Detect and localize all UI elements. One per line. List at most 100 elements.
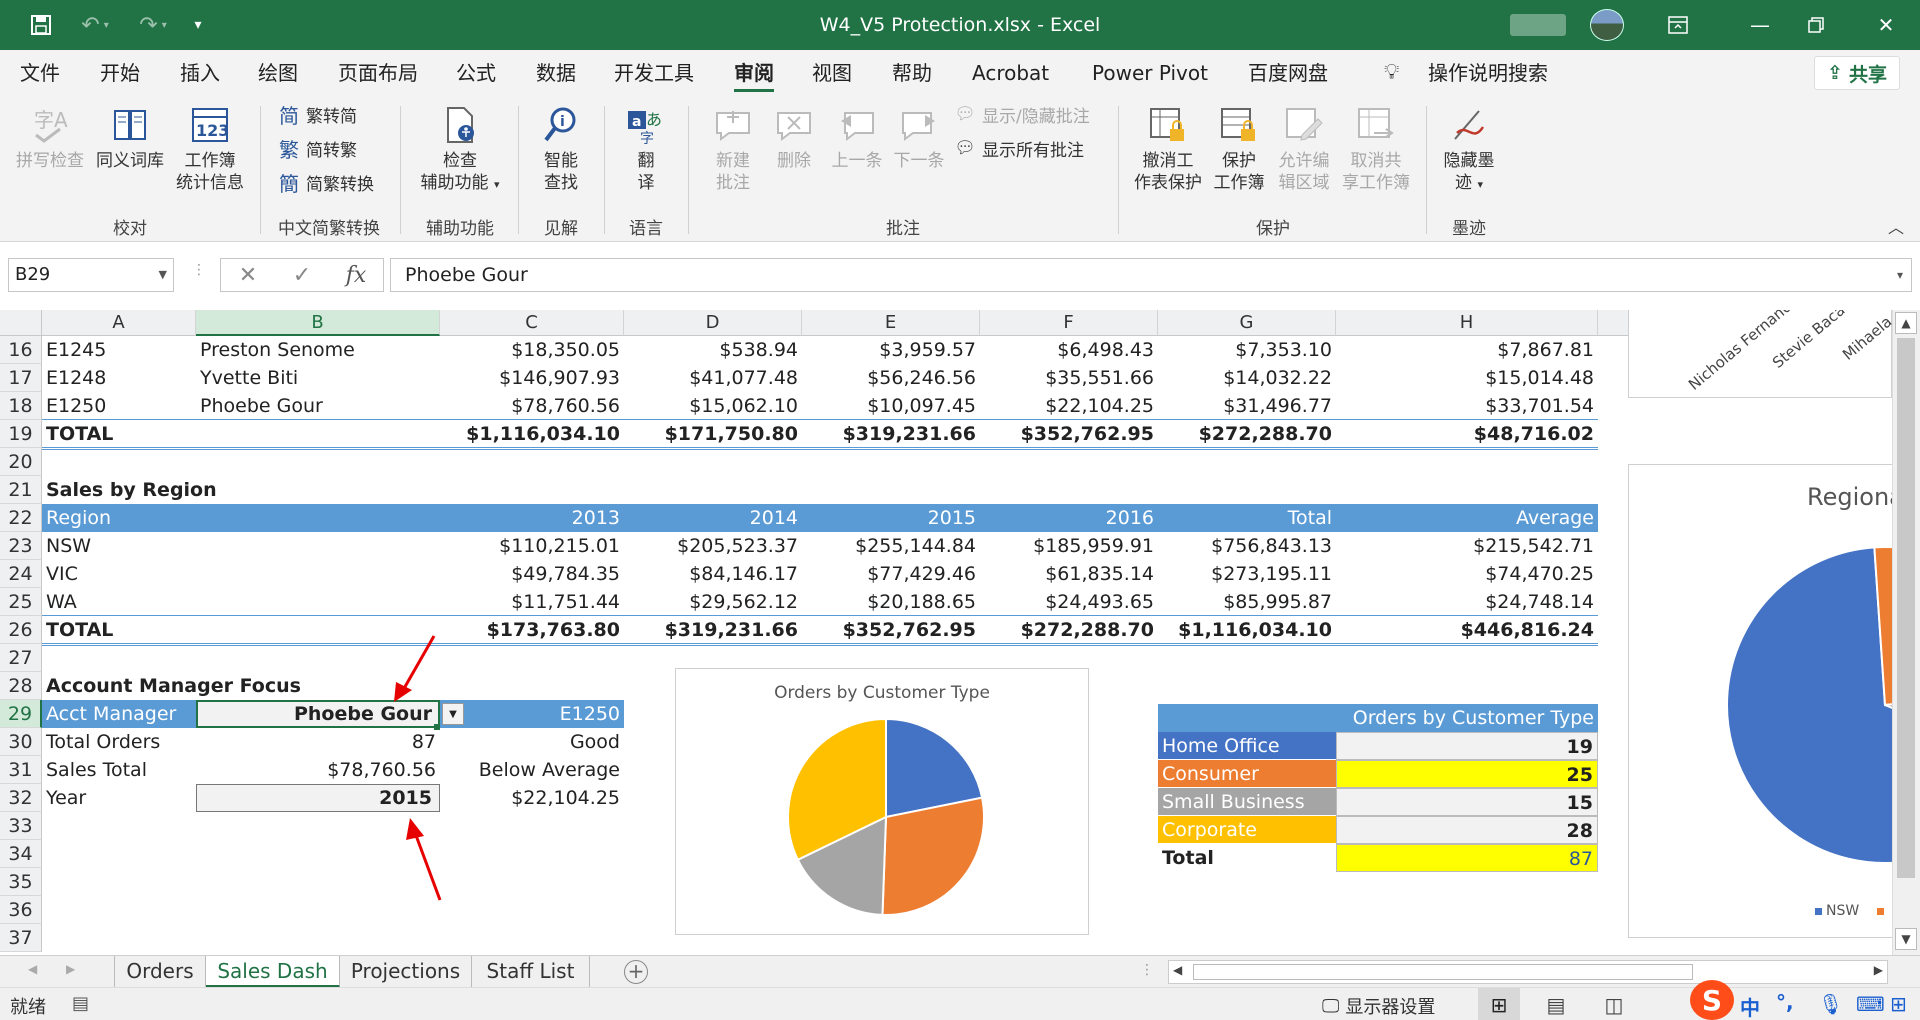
tab-help[interactable]: 帮助 <box>892 50 932 96</box>
row-header[interactable]: 31 <box>0 756 42 784</box>
tab-data[interactable]: 数据 <box>536 50 576 96</box>
tab-power-pivot[interactable]: Power Pivot <box>1092 50 1208 96</box>
cell[interactable]: $15,062.10 <box>624 392 802 420</box>
row-header[interactable]: 29 <box>0 700 42 728</box>
share-button[interactable]: ⇪ 共享 <box>1814 56 1900 90</box>
cust-value[interactable]: 15 <box>1336 788 1598 816</box>
cell[interactable]: Average <box>1336 504 1598 532</box>
to-simplified-button[interactable]: 简繁转简 <box>278 100 357 128</box>
cell[interactable]: $15,014.48 <box>1336 364 1598 392</box>
cust-total-value[interactable]: 87 <box>1336 844 1598 872</box>
row-header[interactable]: 33 <box>0 812 42 840</box>
chinese-conversion-button[interactable]: 簡简繁转换 <box>278 168 374 196</box>
cell[interactable]: $273,195.11 <box>1158 560 1336 588</box>
cell[interactable]: $255,144.84 <box>802 532 980 560</box>
cust-value[interactable]: 19 <box>1336 732 1598 760</box>
cell[interactable]: Year <box>42 784 196 812</box>
scroll-up-icon[interactable]: ▲ <box>1895 312 1917 334</box>
tab-split-handle[interactable]: ⋮ <box>1140 962 1154 978</box>
row-header[interactable]: 37 <box>0 924 42 952</box>
save-icon[interactable] <box>24 0 58 50</box>
hide-ink-button[interactable]: 隐藏墨 迹 ▾ <box>1436 102 1502 196</box>
name-box[interactable]: B29 ▼ <box>8 258 174 292</box>
cust-label[interactable]: Corporate <box>1158 816 1336 844</box>
translate-button[interactable]: aあ字 翻 译 <box>614 102 678 194</box>
cell[interactable]: $6,498.43 <box>980 336 1158 364</box>
display-settings-button[interactable]: 🖵︎ 显示器设置 <box>1322 993 1435 1019</box>
cell[interactable]: Region <box>42 504 196 532</box>
tab-home[interactable]: 开始 <box>100 50 140 96</box>
row-header[interactable]: 28 <box>0 672 42 700</box>
column-header[interactable]: C <box>440 310 624 336</box>
show-all-comments-button[interactable]: 💬︎ 显示所有批注 <box>954 134 1084 162</box>
cell[interactable]: Phoebe Gour <box>196 392 440 420</box>
formula-bar-handle[interactable]: ⋮ <box>192 262 206 278</box>
tab-review[interactable]: 审阅 <box>734 50 774 96</box>
cell[interactable]: $29,562.12 <box>624 588 802 616</box>
row-header[interactable]: 30 <box>0 728 42 756</box>
cell[interactable]: 2013 <box>440 504 624 532</box>
sogou-ime-icon[interactable]: S <box>1690 980 1734 1020</box>
cell[interactable]: $22,104.25 <box>980 392 1158 420</box>
restore-icon[interactable] <box>1786 0 1846 50</box>
to-traditional-button[interactable]: 繁简转繁 <box>278 134 357 162</box>
cell[interactable]: $10,097.45 <box>802 392 980 420</box>
tab-draw[interactable]: 绘图 <box>258 50 298 96</box>
cell[interactable]: TOTAL <box>42 420 196 448</box>
cell[interactable]: Total <box>1158 504 1336 532</box>
scroll-down-icon[interactable]: ▼ <box>1895 928 1917 950</box>
page-break-view-icon[interactable]: ◫ <box>1596 988 1632 1020</box>
avatar[interactable] <box>1590 9 1624 41</box>
expand-formula-icon[interactable]: ▾ <box>1897 259 1903 291</box>
minimize-icon[interactable]: — <box>1730 0 1790 50</box>
add-sheet-icon[interactable]: + <box>624 960 648 984</box>
row-header[interactable]: 19 <box>0 420 42 448</box>
row-header[interactable]: 35 <box>0 868 42 896</box>
tab-page-layout[interactable]: 页面布局 <box>338 50 418 96</box>
cell[interactable]: $756,843.13 <box>1158 532 1336 560</box>
collapse-ribbon-icon[interactable]: ︿ <box>1888 214 1904 238</box>
cell[interactable]: E1245 <box>42 336 196 364</box>
row-header[interactable]: 18 <box>0 392 42 420</box>
cell[interactable]: $49,784.35 <box>440 560 624 588</box>
cell[interactable]: $48,716.02 <box>1336 420 1598 448</box>
cell[interactable]: $146,907.93 <box>440 364 624 392</box>
cell[interactable]: Total Orders <box>42 728 196 756</box>
tab-view[interactable]: 视图 <box>812 50 852 96</box>
cell[interactable]: $319,231.66 <box>624 616 802 644</box>
tab-insert[interactable]: 插入 <box>180 50 220 96</box>
cell[interactable]: Acct Manager <box>42 700 196 728</box>
allow-edit-ranges-button[interactable]: 允许编 辑区域 <box>1272 102 1336 194</box>
column-header[interactable]: H <box>1336 310 1598 336</box>
tab-baidu-netdisk[interactable]: 百度网盘 <box>1248 50 1328 96</box>
row-header[interactable]: 16 <box>0 336 42 364</box>
cell[interactable]: 2016 <box>980 504 1158 532</box>
row-header[interactable]: 21 <box>0 476 42 504</box>
cell[interactable]: $446,816.24 <box>1336 616 1598 644</box>
cust-total-label[interactable]: Total <box>1158 844 1336 872</box>
ime-chinese-mode[interactable]: 中 <box>1740 992 1760 1020</box>
tab-file[interactable]: 文件 <box>20 50 60 96</box>
cust-value[interactable]: 25 <box>1336 760 1598 788</box>
cust-table-title[interactable]: Orders by Customer Type <box>1158 704 1598 732</box>
ime-menu-icon[interactable]: ⊞ <box>1890 992 1907 1016</box>
normal-view-icon[interactable]: ⊞ <box>1478 988 1520 1020</box>
insert-function-icon[interactable]: fx <box>336 258 376 292</box>
cust-label[interactable]: Consumer <box>1158 760 1336 788</box>
cell[interactable]: $272,288.70 <box>980 616 1158 644</box>
row-header[interactable]: 26 <box>0 616 42 644</box>
cell[interactable]: $272,288.70 <box>1158 420 1336 448</box>
cust-label[interactable]: Small Business <box>1158 788 1336 816</box>
cell[interactable]: $171,750.80 <box>624 420 802 448</box>
microphone-icon[interactable]: 🎙︎ <box>1818 992 1843 1016</box>
row-header[interactable]: 36 <box>0 896 42 924</box>
cell[interactable]: $14,032.22 <box>1158 364 1336 392</box>
workbook-statistics-button[interactable]: 123 工作簿 统计信息 <box>172 102 248 194</box>
cell[interactable]: VIC <box>42 560 196 588</box>
tell-me-search[interactable]: 操作说明搜索 <box>1428 50 1548 96</box>
formula-input[interactable]: Phoebe Gour ▾ <box>390 258 1912 292</box>
keyboard-icon[interactable]: ⌨ <box>1856 992 1885 1016</box>
new-comment-button[interactable]: 新建 批注 <box>698 102 768 194</box>
row-header[interactable]: 25 <box>0 588 42 616</box>
column-header[interactable]: B <box>196 310 440 336</box>
